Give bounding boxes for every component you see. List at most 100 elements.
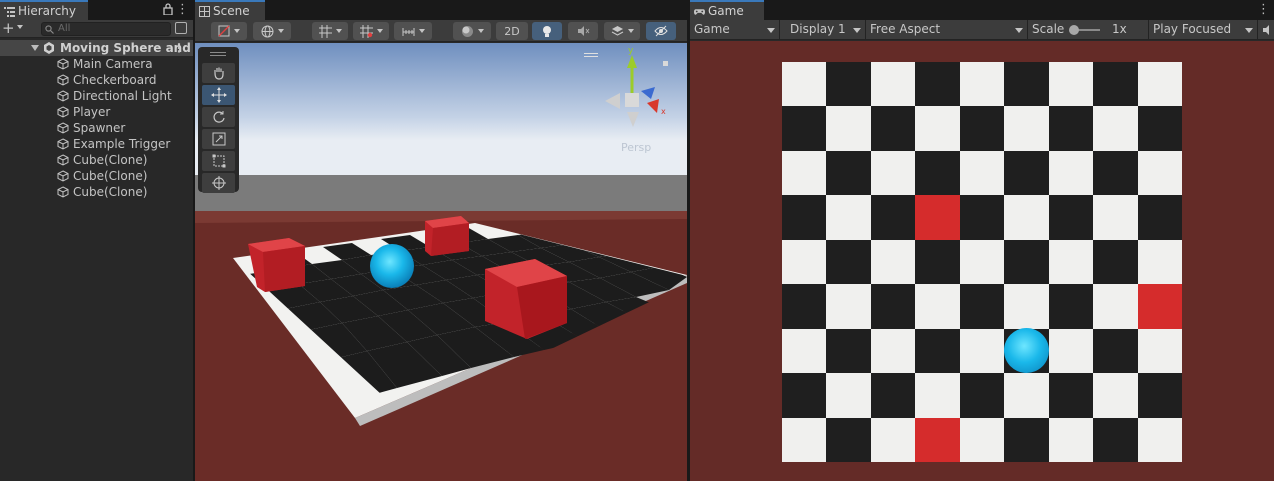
scene-view-menu-icon[interactable] bbox=[584, 53, 598, 57]
game-toolbar: Game Display 1 Free Aspect Scale 1x Play… bbox=[690, 20, 1274, 40]
effects-button[interactable] bbox=[604, 22, 640, 40]
rect-tool-button[interactable] bbox=[202, 151, 235, 171]
board-cell bbox=[1004, 284, 1049, 329]
board-cell bbox=[826, 373, 871, 418]
tab-hierarchy[interactable]: Hierarchy bbox=[0, 0, 88, 20]
game-mode-value: Game bbox=[694, 22, 730, 36]
drag-grip-icon[interactable] bbox=[210, 52, 226, 56]
gameobject-cube-icon bbox=[57, 90, 69, 102]
grid-snap-button[interactable] bbox=[312, 22, 348, 40]
hand-icon bbox=[213, 67, 224, 80]
ruler-button[interactable] bbox=[394, 22, 432, 40]
list-item[interactable]: Main Camera bbox=[0, 56, 193, 72]
lighting-toggle[interactable] bbox=[532, 22, 562, 40]
search-icon bbox=[45, 25, 54, 34]
audio-mute-icon bbox=[577, 26, 589, 36]
board-cell bbox=[782, 62, 827, 107]
kebab-menu-icon[interactable]: ⋮ bbox=[1257, 2, 1270, 17]
scale-label: Scale bbox=[1032, 22, 1065, 36]
board-cell bbox=[870, 373, 916, 418]
board-cell bbox=[826, 284, 871, 329]
shading-mode-button[interactable] bbox=[453, 22, 491, 40]
list-item-label: Cube(Clone) bbox=[73, 153, 148, 167]
move-tool-button[interactable] bbox=[202, 85, 235, 105]
display-dropdown[interactable]: Display 1 bbox=[786, 20, 866, 40]
scale-slider-thumb[interactable] bbox=[1069, 25, 1079, 35]
board-cell bbox=[782, 106, 827, 151]
hand-tool-button[interactable] bbox=[202, 63, 235, 83]
cube-back bbox=[425, 216, 469, 256]
snap-increment-icon bbox=[359, 24, 373, 38]
board-cell bbox=[1004, 106, 1049, 151]
red-cube-cell bbox=[915, 417, 960, 462]
board-cell bbox=[782, 150, 827, 196]
audio-toggle[interactable] bbox=[568, 22, 598, 40]
board-cell bbox=[1004, 62, 1049, 107]
kebab-menu-icon[interactable]: ⋮ bbox=[176, 2, 189, 17]
scene-viewport[interactable]: y x Persp bbox=[195, 43, 687, 481]
scale-tool-button[interactable] bbox=[202, 129, 235, 149]
draw-mode-button[interactable] bbox=[211, 22, 247, 40]
board-cell bbox=[1048, 373, 1094, 418]
unity-scene-icon bbox=[44, 42, 54, 54]
board-cell bbox=[1093, 373, 1138, 418]
tab-scene[interactable]: Scene bbox=[195, 0, 265, 20]
list-item-label: Checkerboard bbox=[73, 73, 157, 87]
list-item-label: Example Trigger bbox=[73, 137, 171, 151]
list-item[interactable]: Directional Light bbox=[0, 88, 193, 104]
board-cell bbox=[1137, 106, 1182, 151]
aspect-dropdown[interactable]: Free Aspect bbox=[866, 20, 1028, 40]
tab-game[interactable]: Game bbox=[690, 0, 764, 20]
projection-label[interactable]: Persp bbox=[621, 141, 651, 154]
board-cell bbox=[1048, 195, 1094, 240]
rotate-tool-button[interactable] bbox=[202, 107, 235, 127]
list-item[interactable]: Cube(Clone) bbox=[0, 152, 193, 168]
list-item-label: Main Camera bbox=[73, 57, 153, 71]
list-item-label: Directional Light bbox=[73, 89, 172, 103]
gameobject-cube-icon bbox=[57, 106, 69, 118]
scale-control: Scale 1x bbox=[1028, 20, 1148, 40]
board-cell bbox=[870, 284, 916, 329]
list-item[interactable]: Spawner bbox=[0, 120, 193, 136]
list-item[interactable]: Cube(Clone) bbox=[0, 168, 193, 184]
checkerboard-grid bbox=[782, 62, 1182, 462]
search-input[interactable]: All bbox=[41, 22, 171, 36]
game-viewport[interactable] bbox=[690, 41, 1274, 481]
board-cell bbox=[782, 417, 827, 462]
board-cell bbox=[915, 62, 960, 107]
scene-root-item[interactable]: Moving Sphere and ⋮ bbox=[0, 40, 193, 56]
global-local-button[interactable] bbox=[253, 22, 291, 40]
scale-slider[interactable] bbox=[1069, 25, 1100, 35]
kebab-menu-icon[interactable]: ⋮ bbox=[173, 40, 185, 56]
board-cell bbox=[1093, 106, 1138, 151]
gameobject-cube-icon bbox=[57, 122, 69, 134]
audio-icon[interactable] bbox=[1262, 24, 1274, 36]
lock-icon[interactable] bbox=[163, 3, 173, 15]
transform-tool-button[interactable] bbox=[202, 173, 235, 193]
fold-arrow-icon[interactable] bbox=[31, 45, 39, 51]
board-cell bbox=[915, 328, 960, 374]
board-cell bbox=[782, 195, 827, 240]
effects-layers-icon bbox=[611, 25, 623, 36]
scene-visibility-toggle[interactable] bbox=[646, 22, 676, 40]
board-cell bbox=[826, 106, 871, 151]
mode-2d-toggle[interactable]: 2D bbox=[496, 22, 528, 40]
play-mode-dropdown[interactable]: Play Focused bbox=[1148, 20, 1258, 40]
sky bbox=[195, 43, 687, 178]
hierarchy-toolbar: + All bbox=[0, 19, 193, 38]
add-button[interactable]: + bbox=[2, 19, 15, 37]
chevron-down-icon[interactable] bbox=[17, 25, 23, 29]
board-cell bbox=[1093, 284, 1138, 329]
game-mode-dropdown[interactable]: Game bbox=[690, 20, 780, 40]
increment-snap-button[interactable] bbox=[353, 22, 389, 40]
list-item[interactable]: Example Trigger bbox=[0, 136, 193, 152]
player-sphere bbox=[1004, 328, 1049, 373]
list-item[interactable]: Player bbox=[0, 104, 193, 120]
list-item[interactable]: Cube(Clone) bbox=[0, 184, 193, 200]
search-filter-icon[interactable] bbox=[175, 22, 187, 34]
tab-game-label: Game bbox=[708, 4, 744, 18]
board-cell bbox=[959, 106, 1005, 151]
list-item[interactable]: Checkerboard bbox=[0, 72, 193, 88]
list-item-label: Cube(Clone) bbox=[73, 185, 148, 199]
play-mode-value: Play Focused bbox=[1153, 22, 1232, 36]
